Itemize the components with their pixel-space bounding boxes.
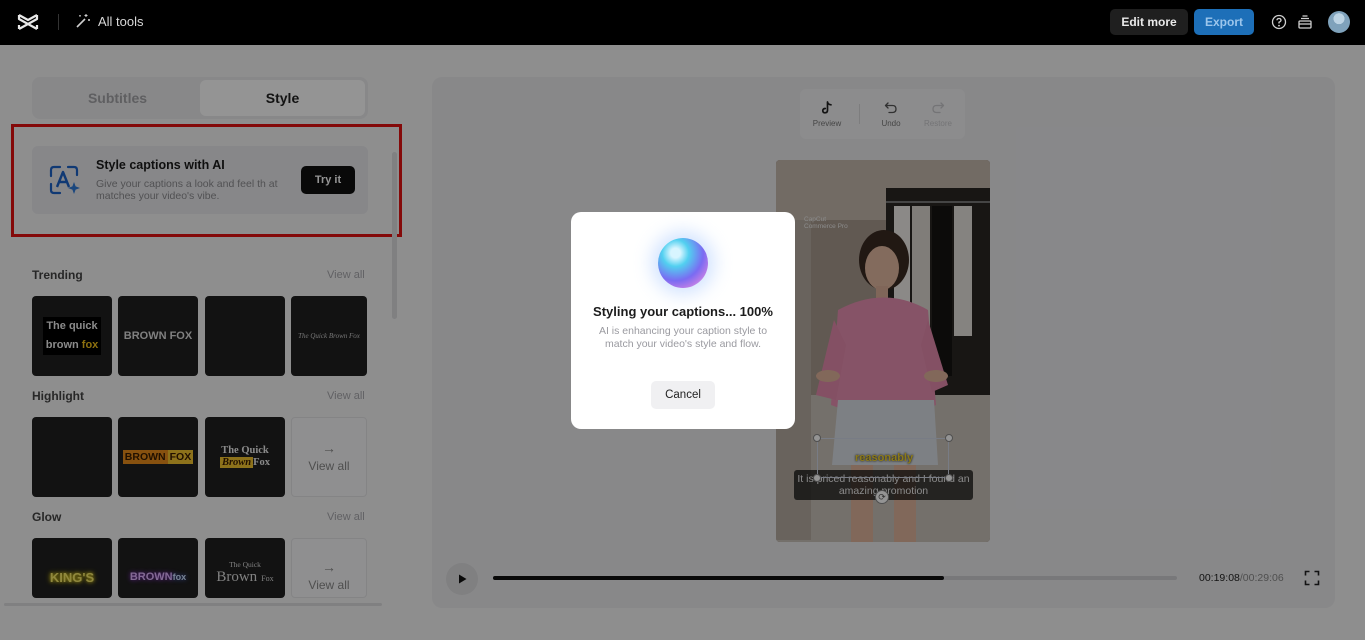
- all-tools-button[interactable]: All tools: [75, 13, 144, 29]
- help-icon[interactable]: [1271, 14, 1287, 30]
- divider: [58, 14, 59, 30]
- styling-progress-dialog: Styling your captions... 100% AI is enha…: [571, 212, 795, 429]
- export-button[interactable]: Export: [1194, 9, 1254, 35]
- magic-wand-icon: [76, 14, 90, 28]
- capcut-logo-icon[interactable]: [16, 11, 40, 33]
- top-bar: All tools Edit more Export: [0, 0, 1365, 45]
- edit-more-button[interactable]: Edit more: [1110, 9, 1188, 35]
- ai-orb-icon: [658, 238, 708, 288]
- dialog-description: AI is enhancing your caption style to ma…: [598, 325, 768, 350]
- layers-icon[interactable]: [1297, 14, 1313, 30]
- cancel-button[interactable]: Cancel: [651, 381, 715, 409]
- user-avatar[interactable]: [1328, 11, 1350, 33]
- all-tools-label: All tools: [98, 13, 144, 29]
- dialog-title: Styling your captions... 100%: [593, 304, 773, 319]
